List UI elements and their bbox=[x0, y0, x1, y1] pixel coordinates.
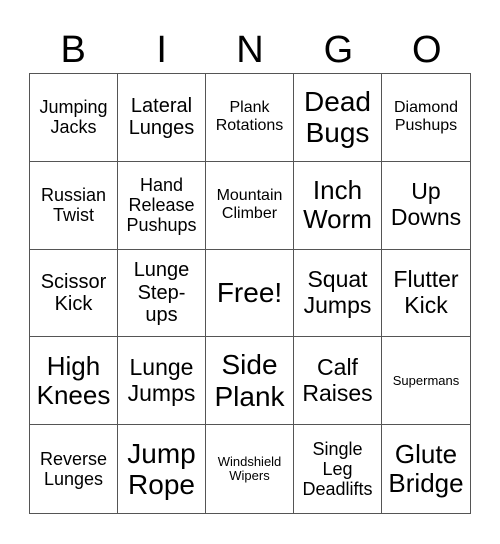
bingo-cell[interactable]: Lateral Lunges bbox=[118, 74, 206, 162]
bingo-cell[interactable]: Russian Twist bbox=[30, 161, 118, 250]
bingo-cell[interactable]: Scissor Kick bbox=[30, 249, 118, 338]
bingo-cell[interactable]: Single Leg Deadlifts bbox=[294, 425, 382, 513]
cell-text: Russian Twist bbox=[40, 185, 107, 226]
bingo-cell[interactable]: High Knees bbox=[30, 337, 118, 426]
cell-text: Free! bbox=[216, 277, 283, 309]
cell-text: Flutter Kick bbox=[393, 266, 459, 318]
cell-text: Single Leg Deadlifts bbox=[302, 438, 373, 500]
cell-text: Hand Release Pushups bbox=[126, 174, 197, 236]
bingo-cell[interactable]: Plank Rotations bbox=[206, 74, 294, 162]
bingo-cell[interactable]: Reverse Lunges bbox=[30, 425, 118, 513]
cell-text: Up Downs bbox=[390, 178, 462, 231]
bingo-cell[interactable]: Jumping Jacks bbox=[30, 74, 118, 162]
cell-text: High Knees bbox=[36, 350, 111, 410]
bingo-cell[interactable]: Up Downs bbox=[382, 162, 470, 250]
bingo-cell[interactable]: Jump Rope bbox=[118, 425, 206, 513]
header-letter-n: N bbox=[236, 29, 264, 71]
cell-text: Inch Worm bbox=[303, 175, 372, 235]
cell-text: Lunge Step- ups bbox=[133, 259, 190, 327]
cell-text: Side Plank bbox=[214, 349, 285, 412]
cell-text: Diamond Pushups bbox=[393, 99, 459, 135]
cell-text: Plank Rotations bbox=[215, 99, 284, 135]
bingo-cell[interactable]: Flutter Kick bbox=[382, 250, 470, 338]
cell-text: Supermans bbox=[392, 372, 460, 388]
cell-text: Calf Raises bbox=[302, 354, 373, 406]
cell-text: Jumping Jacks bbox=[39, 97, 108, 138]
cell-text: Scissor Kick bbox=[40, 270, 107, 315]
bingo-cell[interactable]: Windshield Wipers bbox=[206, 425, 294, 513]
bingo-card: Jumping Jacks Lateral Lunges Plank Rotat… bbox=[29, 73, 471, 514]
cell-text: Squat Jumps bbox=[303, 266, 372, 318]
bingo-cell[interactable]: Lunge Step- ups bbox=[118, 249, 206, 338]
bingo-cell[interactable]: Diamond Pushups bbox=[382, 74, 470, 162]
cell-text: Dead Bugs bbox=[304, 86, 371, 149]
header-letter-o: O bbox=[412, 29, 442, 71]
cell-text: Mountain Climber bbox=[216, 187, 283, 223]
bingo-cell[interactable]: Mountain Climber bbox=[206, 161, 294, 250]
cell-text: Windshield Wipers bbox=[217, 453, 282, 484]
bingo-header: B I N G O bbox=[29, 28, 471, 72]
bingo-cell[interactable]: Calf Raises bbox=[294, 337, 382, 426]
header-letter-g: G bbox=[323, 29, 354, 71]
bingo-cell[interactable]: Glute Bridge bbox=[382, 425, 470, 513]
cell-text: Jump Rope bbox=[127, 437, 196, 501]
bingo-cell[interactable]: Dead Bugs bbox=[294, 74, 382, 162]
bingo-cell[interactable]: Lunge Jumps bbox=[118, 337, 206, 426]
bingo-cell[interactable]: Inch Worm bbox=[294, 161, 382, 250]
free-space[interactable]: Free! bbox=[206, 249, 294, 338]
bingo-cell[interactable]: Side Plank bbox=[206, 337, 294, 426]
header-letter-b: B bbox=[60, 29, 86, 71]
cell-text: Reverse Lunges bbox=[39, 448, 108, 490]
header-letter-i: I bbox=[156, 29, 167, 71]
cell-text: Glute Bridge bbox=[388, 438, 464, 499]
cell-text: Lunge Jumps bbox=[127, 354, 196, 406]
bingo-cell[interactable]: Hand Release Pushups bbox=[118, 161, 206, 250]
cell-text: Lateral Lunges bbox=[128, 95, 195, 140]
bingo-cell[interactable]: Squat Jumps bbox=[294, 249, 382, 338]
bingo-cell[interactable]: Supermans bbox=[382, 337, 470, 426]
